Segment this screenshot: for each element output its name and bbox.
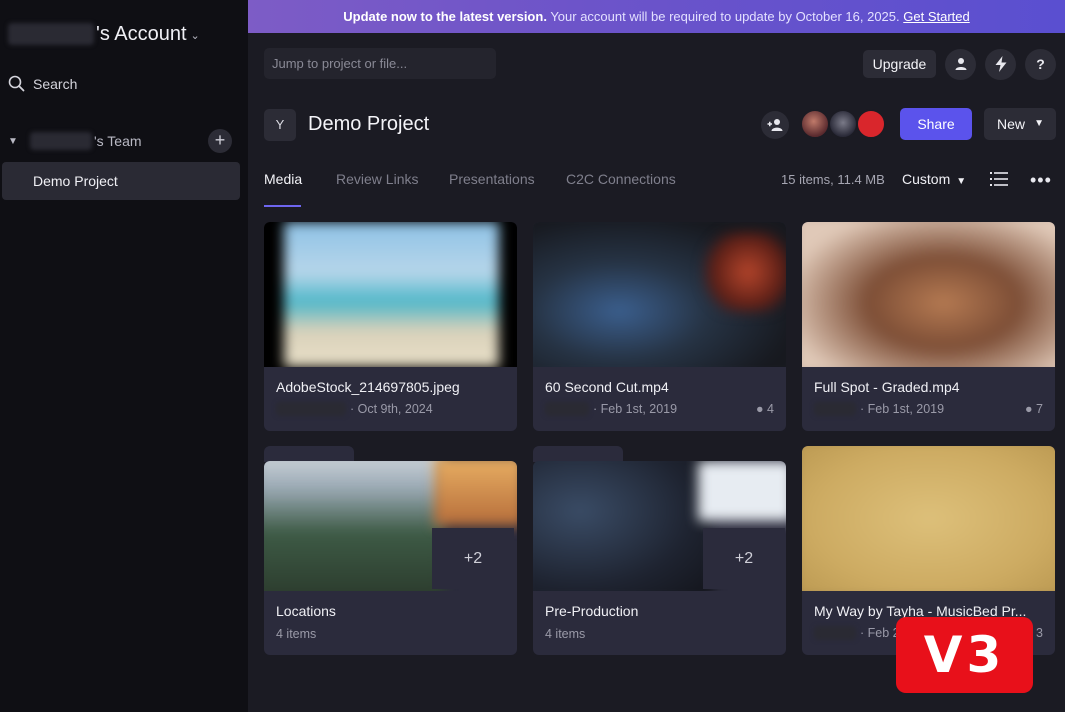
uploader-redacted (814, 626, 856, 640)
page-title: Demo Project (308, 113, 430, 135)
card-meta: · Feb 1st, 2019 (545, 402, 677, 416)
version-badge: V3 (896, 617, 1033, 693)
chevron-down-icon[interactable]: ▼ (8, 136, 24, 147)
card-date: · Oct 9th, 2024 (350, 402, 433, 416)
folder-tab (533, 446, 623, 462)
card-meta: · Feb 2 (814, 626, 900, 640)
comment-icon: ● (756, 402, 764, 416)
uploader-redacted (276, 402, 346, 416)
tab-c2c-connections[interactable]: C2C Connections (566, 171, 676, 187)
get-started-link[interactable]: Get Started (903, 9, 969, 24)
tab-presentations[interactable]: Presentations (449, 171, 535, 187)
avatar[interactable] (856, 109, 886, 139)
search-icon (8, 75, 25, 92)
card-meta: · Feb 1st, 2019 (814, 402, 944, 416)
add-user-icon (767, 119, 783, 131)
account-suffix: 's Account (96, 22, 187, 45)
media-card[interactable]: 60 Second Cut.mp4 · Feb 1st, 2019 ● 4 (533, 222, 786, 431)
media-card[interactable]: AdobeStock_214697805.jpeg · Oct 9th, 202… (264, 222, 517, 431)
more-items-badge: +2 (432, 528, 514, 589)
card-meta: 4 items (276, 627, 317, 641)
invite-button[interactable] (761, 111, 789, 139)
comment-count: ● 7 (1025, 402, 1043, 416)
comment-icon: ● (1025, 402, 1033, 416)
account-switcher[interactable]: 's Account ⌄ (8, 20, 200, 48)
card-meta: 4 items (545, 627, 586, 641)
folder-card[interactable]: +2 Locations 4 items (264, 461, 517, 655)
avatar[interactable] (828, 109, 858, 139)
folder-tab (264, 446, 354, 462)
profile-button[interactable] (945, 49, 976, 80)
more-items-badge: +2 (703, 528, 785, 589)
thumbnail (802, 446, 1055, 591)
jump-search-input[interactable] (264, 48, 496, 79)
comment-count: ● 4 (756, 402, 774, 416)
sidebar: 's Account ⌄ Search ▼ 's Team + Demo Pro… (0, 0, 248, 712)
folder-card[interactable]: +2 Pre-Production 4 items (533, 461, 786, 655)
banner-headline: Update now to the latest version. (343, 9, 547, 24)
help-button[interactable]: ? (1025, 49, 1056, 80)
thumbnail (264, 222, 517, 367)
card-title: Locations (276, 603, 336, 619)
project-avatar: Y (264, 109, 296, 141)
upgrade-button[interactable]: Upgrade (863, 50, 936, 78)
banner-detail: Your account will be required to update … (550, 9, 900, 24)
card-title: 60 Second Cut.mp4 (545, 379, 669, 395)
card-title: Pre-Production (545, 603, 639, 619)
new-button-label: New (997, 116, 1026, 132)
avatar[interactable] (800, 109, 830, 139)
thumbnail (533, 222, 786, 367)
chevron-down-icon: ▼ (956, 176, 967, 187)
more-options-icon[interactable]: ••• (1030, 170, 1052, 191)
user-icon (955, 58, 966, 70)
active-tab-indicator (264, 205, 301, 207)
tab-review-links[interactable]: Review Links (336, 171, 418, 187)
lightning-icon (995, 56, 1006, 72)
item-count: 15 items, 11.4 MB (781, 172, 885, 187)
share-button[interactable]: Share (900, 108, 972, 140)
team-suffix: 's Team (94, 133, 142, 149)
tab-media[interactable]: Media (264, 171, 302, 187)
card-date: · Feb 2 (860, 626, 900, 640)
card-title: AdobeStock_214697805.jpeg (276, 379, 460, 395)
sort-label: Custom (902, 171, 951, 187)
uploader-redacted (814, 402, 856, 416)
uploader-redacted (545, 402, 589, 416)
card-meta: · Oct 9th, 2024 (276, 402, 433, 416)
sidebar-item-demo-project[interactable]: Demo Project (2, 162, 240, 200)
sidebar-search[interactable]: Search (8, 75, 77, 92)
thumbnail (802, 222, 1055, 367)
card-title: Full Spot - Graded.mp4 (814, 379, 960, 395)
update-banner: Update now to the latest version. Your a… (248, 0, 1065, 33)
card-date: · Feb 1st, 2019 (593, 402, 678, 416)
account-name-redacted (8, 23, 94, 45)
media-card[interactable]: Full Spot - Graded.mp4 · Feb 1st, 2019 ●… (802, 222, 1055, 431)
sort-dropdown[interactable]: Custom ▼ (902, 171, 966, 187)
add-project-button[interactable]: + (208, 129, 232, 153)
team-row[interactable]: ▼ 's Team + (8, 128, 234, 154)
notifications-button[interactable] (985, 49, 1016, 80)
chevron-down-icon: ⌄ (190, 29, 200, 42)
list-view-icon[interactable] (990, 171, 1008, 187)
team-name-redacted (30, 132, 92, 150)
search-label: Search (33, 75, 78, 92)
card-date: · Feb 1st, 2019 (860, 402, 945, 416)
new-button[interactable]: New ▼ (984, 108, 1056, 140)
chevron-down-icon: ▼ (1034, 118, 1044, 129)
